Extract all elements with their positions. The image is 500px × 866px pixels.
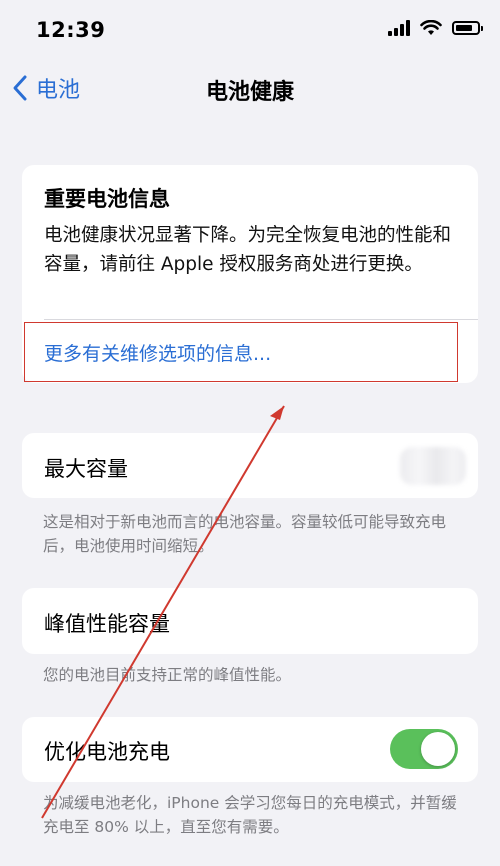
max-capacity-note: 这是相对于新电池而言的电池容量。容量较低可能导致充电后，电池使用时间缩短。 (43, 513, 447, 555)
status-icons (388, 20, 483, 36)
battery-icon (452, 21, 483, 35)
peak-performance-note: 您的电池目前支持正常的峰值性能。 (43, 666, 292, 684)
peak-performance-label: 峰值性能容量 (44, 612, 170, 636)
status-bar: 12:39 (0, 0, 500, 60)
annotation-highlight-box (24, 322, 458, 382)
status-time: 12:39 (36, 18, 106, 42)
toggle-knob (421, 732, 455, 766)
divider (44, 319, 478, 320)
info-body: 电池健康状况显著下降。为完全恢复电池的性能和容量，请前往 Apple 授权服务商… (44, 225, 452, 275)
cellular-signal-icon (388, 20, 410, 36)
optimized-charging-label: 优化电池充电 (44, 740, 170, 764)
info-heading: 重要电池信息 (44, 187, 170, 211)
page-title: 电池健康 (205, 80, 294, 105)
optimized-charging-toggle[interactable] (390, 729, 458, 769)
optimized-charging-note: 为减缓电池老化，iPhone 会学习您每日的充电模式，并暂缓充电至 80% 以上… (43, 794, 457, 836)
max-capacity-label: 最大容量 (44, 457, 128, 481)
max-capacity-value-blurred (400, 447, 466, 485)
wifi-icon (420, 20, 442, 35)
peak-performance-row: 峰值性能容量 (22, 588, 478, 654)
max-capacity-row: 最大容量 (22, 433, 478, 498)
optimized-charging-row: 优化电池充电 (22, 717, 478, 782)
